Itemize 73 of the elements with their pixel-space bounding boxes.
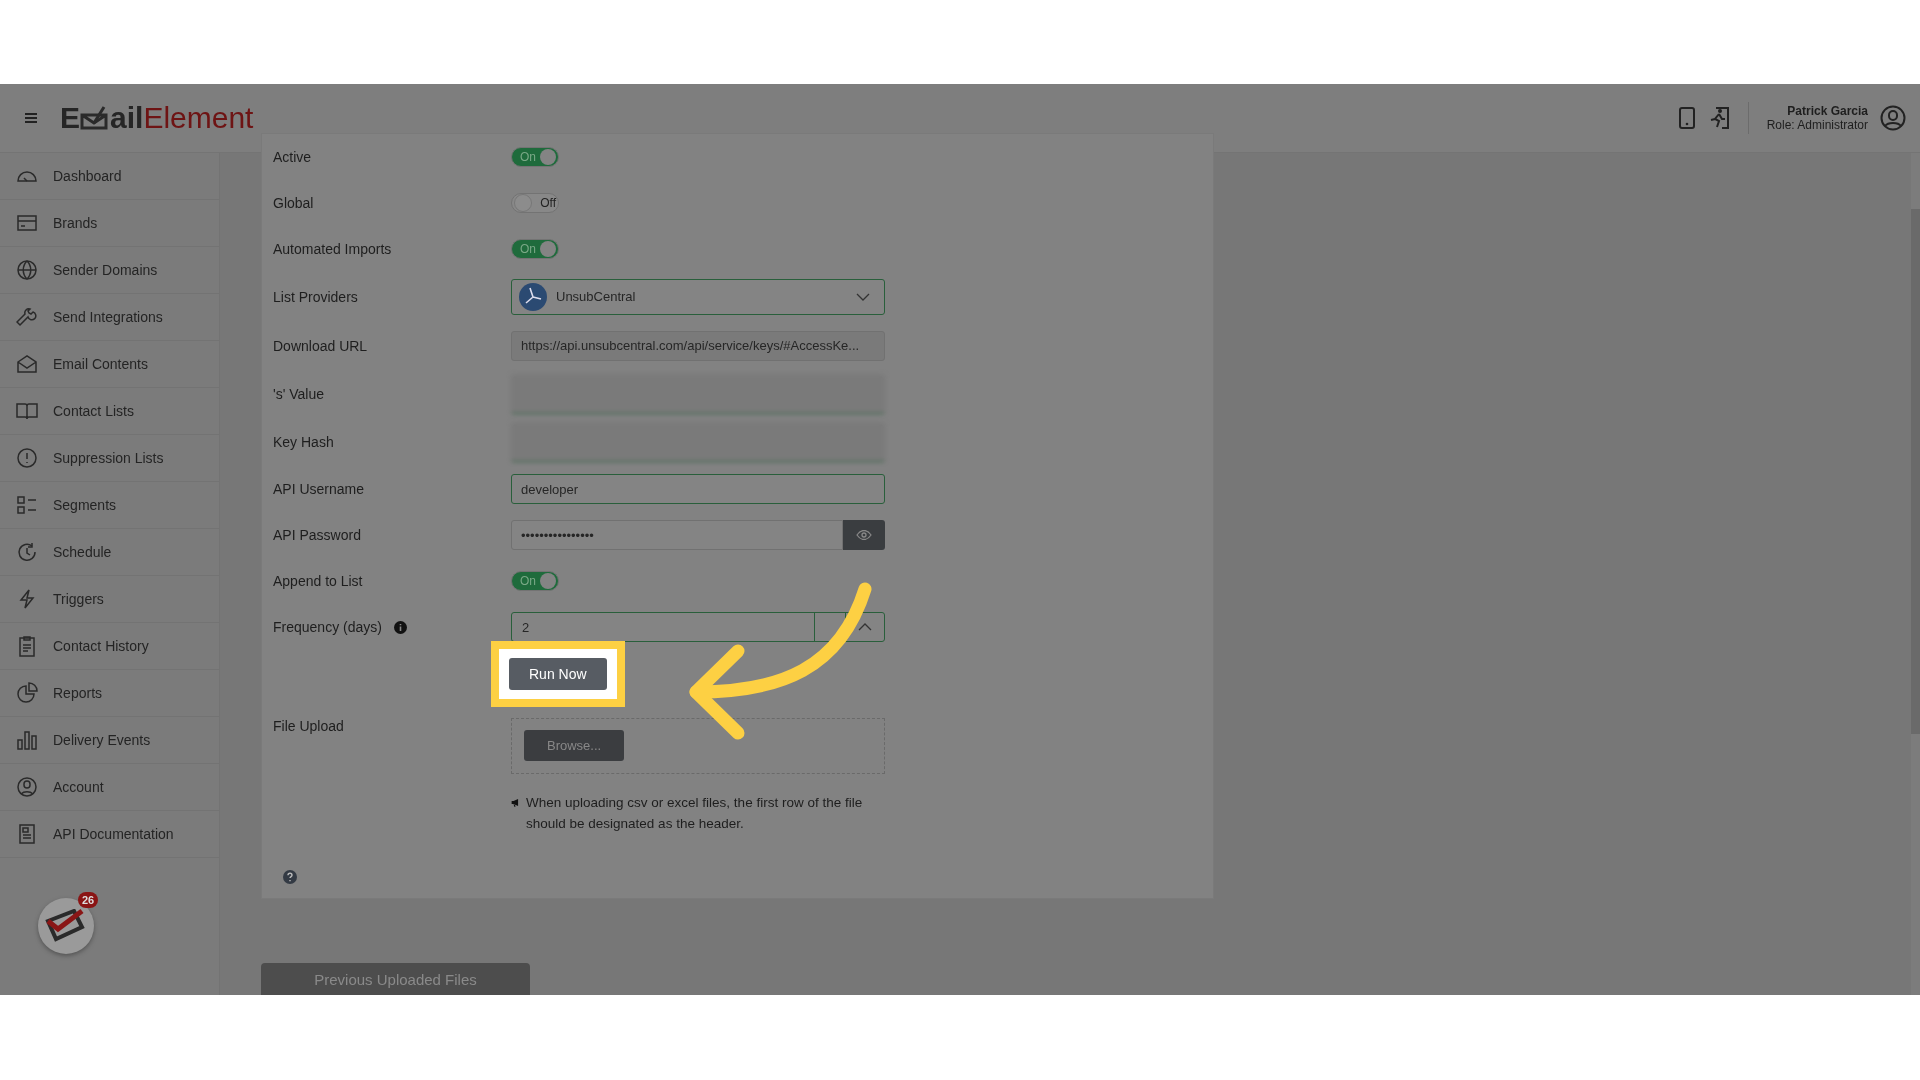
mail-check-button[interactable] bbox=[38, 898, 94, 954]
list-icon bbox=[16, 494, 38, 516]
toggle-switch[interactable]: On bbox=[511, 239, 559, 259]
sidebar-item[interactable]: Email Contents bbox=[0, 341, 219, 388]
provider-logo-icon bbox=[516, 280, 548, 313]
chevron-down-icon bbox=[856, 292, 870, 301]
field-label: File Upload bbox=[273, 718, 344, 734]
logo-text: E bbox=[60, 101, 80, 135]
notification-badge: 26 bbox=[78, 892, 99, 908]
upload-note: When uploading csv or excel files, the first row of the file should be designated as the header. bbox=[526, 794, 864, 833]
toggle-switch[interactable]: On bbox=[511, 147, 559, 167]
chevron-up-icon[interactable] bbox=[858, 623, 872, 631]
sidebar-item[interactable]: Contact Lists bbox=[0, 388, 219, 435]
sidebar-item[interactable]: Segments bbox=[0, 482, 219, 529]
sidebar-item[interactable]: Schedule bbox=[0, 529, 219, 576]
field-label: Append to List bbox=[273, 573, 363, 589]
eye-icon bbox=[856, 530, 872, 540]
url-field[interactable]: https://api.unsubcentral.com/api/service/keys/#AccessKe... bbox=[511, 330, 885, 361]
file-drop-zone[interactable]: Browse... bbox=[511, 718, 885, 774]
field-label: 's' Value bbox=[273, 386, 324, 402]
sidebar-item[interactable]: Suppression Lists bbox=[0, 435, 219, 482]
sidebar-item[interactable]: Triggers bbox=[0, 576, 219, 623]
user-name: Patrick Garcia bbox=[1787, 104, 1868, 118]
wrench-icon bbox=[16, 306, 38, 328]
field-label: Active bbox=[273, 149, 312, 165]
browse-button[interactable]: Browse... bbox=[524, 730, 625, 761]
info-icon bbox=[393, 620, 407, 634]
logo-text: Element bbox=[143, 101, 254, 135]
provider-select[interactable]: UnsubCentral bbox=[511, 278, 885, 315]
sidebar-item[interactable]: Dashboard bbox=[0, 153, 219, 200]
show-password-button[interactable] bbox=[843, 520, 885, 550]
alert-icon bbox=[16, 447, 38, 469]
field-label: Frequency (days) bbox=[273, 619, 382, 635]
user-avatar-icon[interactable] bbox=[1880, 105, 1906, 131]
menu-icon[interactable] bbox=[24, 112, 38, 124]
envelope-icon bbox=[16, 353, 38, 375]
user-role: Role: Administrator bbox=[1766, 118, 1868, 132]
sidebar-item[interactable]: Send Integrations bbox=[0, 294, 219, 341]
megaphone-icon bbox=[511, 796, 520, 809]
password-field[interactable]: •••••••••••••••• bbox=[511, 520, 843, 550]
sidebar-item[interactable]: API Documentation bbox=[0, 811, 219, 858]
sidebar-item[interactable]: Contact History bbox=[0, 623, 219, 670]
toggle-switch[interactable]: On bbox=[511, 571, 559, 591]
sidebar-item[interactable]: Brands bbox=[0, 200, 219, 247]
frequency-field[interactable]: 2 bbox=[511, 612, 885, 642]
card-icon bbox=[16, 212, 38, 234]
book-icon bbox=[16, 400, 38, 422]
run-now-button[interactable]: Run Now bbox=[509, 658, 607, 690]
pie-icon bbox=[16, 682, 38, 704]
field-label: Automated Imports bbox=[273, 241, 392, 257]
envelope-icon bbox=[80, 105, 110, 131]
field-label: List Providers bbox=[273, 288, 358, 305]
clock-icon bbox=[16, 541, 38, 563]
user-icon bbox=[16, 776, 38, 798]
bars-icon bbox=[16, 729, 38, 751]
field-label: Global bbox=[273, 195, 314, 211]
field-label: API Username bbox=[273, 481, 365, 497]
sidebar-item[interactable]: Account bbox=[0, 764, 219, 811]
sidebar-item[interactable]: Sender Domains bbox=[0, 247, 219, 294]
phone-icon[interactable] bbox=[1677, 106, 1696, 130]
field-label: Key Hash bbox=[273, 434, 334, 450]
globe-icon bbox=[16, 259, 38, 281]
sidebar-item[interactable]: Delivery Events bbox=[0, 717, 219, 764]
username-field[interactable]: developer bbox=[511, 474, 885, 504]
field-label: Download URL bbox=[273, 337, 368, 354]
doc-icon bbox=[16, 823, 38, 845]
field-label: API Password bbox=[273, 527, 361, 543]
toggle-switch[interactable]: Off bbox=[511, 193, 559, 213]
previous-files-button[interactable]: Previous Uploaded Files bbox=[261, 963, 530, 995]
logo-text: ail bbox=[110, 101, 144, 135]
clipboard-icon bbox=[16, 635, 38, 657]
sidebar-item[interactable]: Reports bbox=[0, 670, 219, 717]
help-icon[interactable] bbox=[283, 870, 297, 884]
